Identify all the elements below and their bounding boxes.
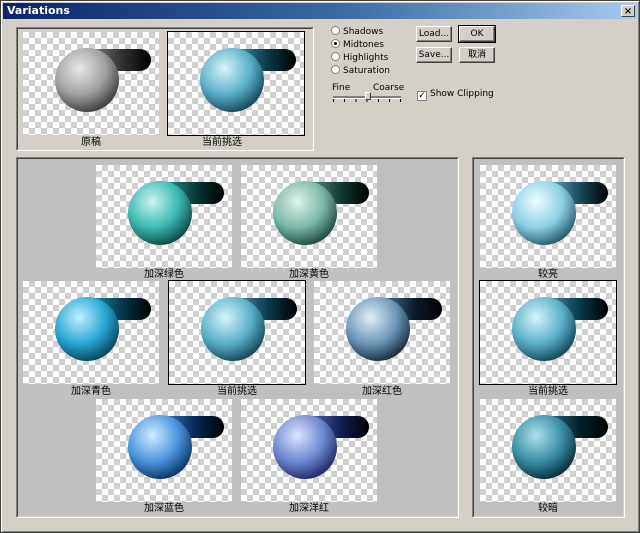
preview-image: [55, 297, 151, 361]
thumb-more-blue[interactable]: [96, 399, 232, 502]
close-button[interactable]: ×: [621, 5, 635, 17]
title-bar[interactable]: Variations ×: [3, 3, 637, 19]
radio-highlights[interactable]: Highlights: [331, 52, 388, 64]
preview-image: [512, 297, 608, 361]
load-button[interactable]: Load...: [416, 26, 452, 42]
caption-more-yellow: 加深黄色: [289, 269, 329, 280]
radio-indicator: [331, 26, 340, 35]
caption-original: 原稿: [81, 137, 101, 148]
thumb-more-magenta[interactable]: [241, 399, 377, 502]
cancel-button[interactable]: 取消: [459, 47, 495, 63]
save-button[interactable]: Save...: [416, 47, 452, 63]
thumb-current-top[interactable]: [167, 31, 305, 136]
preview-image: [512, 415, 608, 479]
caption-current-center: 当前挑选: [217, 386, 257, 397]
caption-more-blue: 加深蓝色: [144, 503, 184, 514]
preview-image: [128, 415, 224, 479]
thumb-more-yellow[interactable]: [241, 165, 377, 268]
caption-lighter: 较亮: [538, 269, 558, 280]
slider-thumb[interactable]: [365, 92, 371, 100]
thumb-lighter[interactable]: [480, 165, 616, 268]
fine-coarse-slider[interactable]: [333, 92, 401, 102]
coarse-label: Coarse: [373, 83, 405, 93]
caption-darker: 较暗: [538, 503, 558, 514]
preview-image: [55, 48, 151, 112]
variations-dialog: Variations × 原稿 当前挑选 Shadows Midtones Hi…: [0, 0, 640, 533]
thumb-more-cyan[interactable]: [23, 281, 159, 384]
caption-more-green: 加深绿色: [144, 269, 184, 280]
preview-image: [273, 415, 369, 479]
preview-image: [200, 48, 296, 112]
thumb-current-center[interactable]: [168, 280, 306, 385]
checkbox-box: ✓: [417, 91, 427, 101]
window-title: Variations: [7, 4, 70, 17]
caption-more-cyan: 加深青色: [71, 386, 111, 397]
close-icon: ×: [623, 6, 633, 17]
preview-image: [346, 297, 442, 361]
fine-label: Fine: [332, 83, 351, 93]
radio-shadows[interactable]: Shadows: [331, 26, 383, 38]
caption-more-magenta: 加深洋红: [289, 503, 329, 514]
thumb-darker[interactable]: [480, 399, 616, 502]
radio-midtones[interactable]: Midtones: [331, 39, 384, 51]
caption-current-top: 当前挑选: [202, 137, 242, 148]
show-clipping-label: Show Clipping: [430, 89, 494, 99]
radio-indicator: [331, 65, 340, 74]
caption-current-right: 当前挑选: [528, 386, 568, 397]
check-icon: ✓: [418, 91, 426, 101]
radio-indicator: [331, 39, 340, 48]
radio-indicator: [331, 52, 340, 61]
show-clipping-checkbox[interactable]: ✓ Show Clipping: [417, 88, 494, 101]
preview-image: [273, 181, 369, 245]
thumb-original: [23, 32, 159, 135]
caption-more-red: 加深红色: [362, 386, 402, 397]
thumb-more-red[interactable]: [314, 281, 450, 384]
ok-button[interactable]: OK: [458, 25, 496, 43]
preview-image: [201, 297, 297, 361]
thumb-more-green[interactable]: [96, 165, 232, 268]
preview-image: [512, 181, 608, 245]
radio-saturation[interactable]: Saturation: [331, 65, 390, 77]
preview-image: [128, 181, 224, 245]
thumb-current-right[interactable]: [479, 280, 617, 385]
